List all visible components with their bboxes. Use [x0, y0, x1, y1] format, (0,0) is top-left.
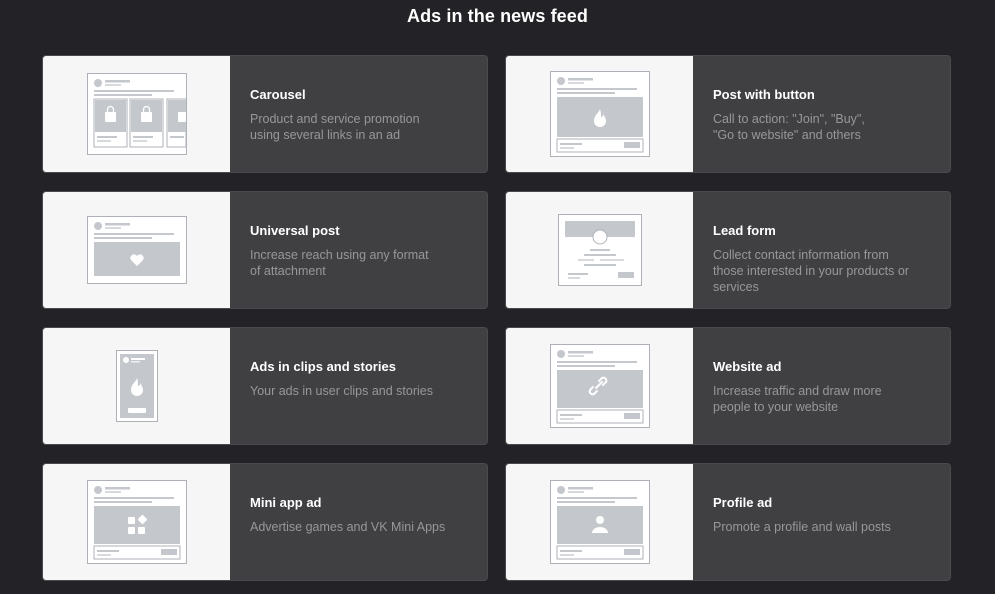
- card-title: Universal post: [250, 223, 340, 238]
- card-description: Advertise games and VK Mini Apps: [250, 520, 446, 534]
- card-post-with-button[interactable]: Post with button Call to action: "Join",…: [505, 55, 951, 173]
- card-title: Website ad: [713, 359, 782, 374]
- card-title: Mini app ad: [250, 495, 322, 510]
- card-lead-form[interactable]: Lead form Collect contact information fr…: [505, 191, 951, 309]
- mini-app-ad-icon: [86, 480, 187, 564]
- card-profile-ad[interactable]: Profile ad Promote a profile and wall po…: [505, 463, 951, 581]
- card-description: Promote a profile and wall posts: [713, 520, 891, 534]
- card-title: Post with button: [713, 87, 815, 102]
- card-description: Call to action: "Join", "Buy", "Go to we…: [713, 112, 865, 142]
- card-description: Increase traffic and draw more people to…: [713, 384, 882, 414]
- carousel-illustration: [43, 56, 230, 172]
- card-website-ad[interactable]: Website ad Increase traffic and draw mor…: [505, 327, 951, 445]
- card-title: Profile ad: [713, 495, 773, 510]
- post-with-button-icon: [549, 71, 650, 157]
- profile-ad-icon: [549, 480, 650, 564]
- card-description: Product and service promotion using seve…: [250, 112, 420, 142]
- clips-stories-icon: [115, 350, 158, 422]
- post-with-button-illustration: [506, 56, 693, 172]
- carousel-icon: [86, 73, 187, 155]
- card-description: Increase reach using any format of attac…: [250, 248, 429, 278]
- card-title: Lead form: [713, 223, 776, 238]
- clips-stories-illustration: [43, 328, 230, 444]
- card-clips-stories[interactable]: Ads in clips and stories Your ads in use…: [42, 327, 488, 445]
- card-mini-app-ad[interactable]: Mini app ad Advertise games and VK Mini …: [42, 463, 488, 581]
- card-description: Your ads in user clips and stories: [250, 384, 433, 398]
- universal-post-illustration: [43, 192, 230, 308]
- card-carousel[interactable]: Carousel Product and service promotion u…: [42, 55, 488, 173]
- universal-post-icon: [86, 216, 187, 284]
- page-title: Ads in the news feed: [406, 6, 589, 26]
- lead-form-illustration: [506, 192, 693, 308]
- website-ad-illustration: [506, 328, 693, 444]
- website-ad-icon: [549, 344, 650, 428]
- card-title: Carousel: [250, 87, 306, 102]
- lead-form-icon: [557, 214, 642, 286]
- profile-ad-illustration: [506, 464, 693, 580]
- card-description: Collect contact information from those i…: [713, 248, 909, 294]
- card-title: Ads in clips and stories: [250, 359, 396, 374]
- card-universal-post[interactable]: Universal post Increase reach using any …: [42, 191, 488, 309]
- mini-app-ad-illustration: [43, 464, 230, 580]
